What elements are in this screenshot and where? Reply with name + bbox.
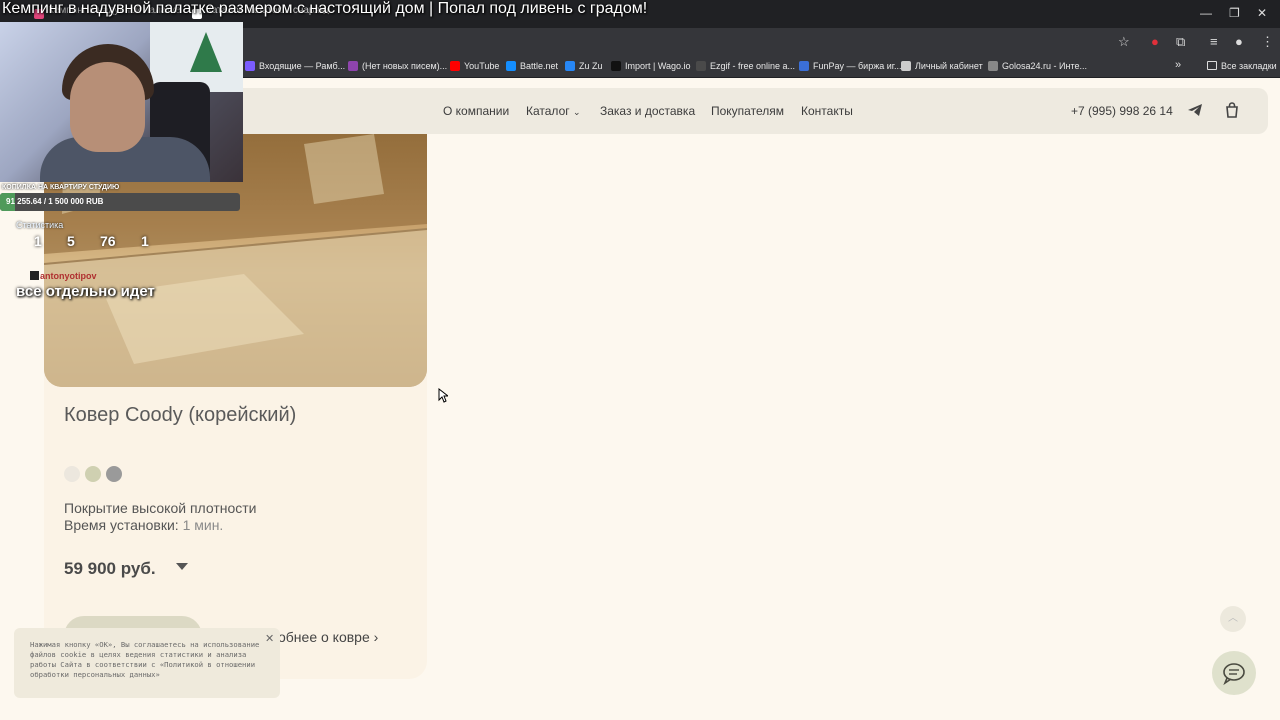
product-spec-coating: Покрытие высокой плотности [64, 500, 257, 516]
extensions-puzzle-icon[interactable]: ⧉ [1176, 34, 1185, 50]
nav-contacts[interactable]: Контакты [801, 104, 853, 118]
bookmark-item[interactable]: Golosa24.ru - Инте... [988, 61, 1087, 71]
scroll-to-top-button[interactable]: ︿ [1220, 606, 1246, 632]
bookmark-item[interactable]: FunPay — биржа иг... [799, 61, 901, 71]
folder-icon [1207, 61, 1217, 70]
bookmark-label: Battle.net [520, 61, 559, 71]
chat-bubble-icon [1223, 663, 1245, 686]
stat-donations: 1 [141, 233, 149, 249]
cookie-text: Нажимая кнопку «ОК», Вы соглашаетесь на … [30, 640, 260, 679]
mouse-cursor-icon [438, 388, 448, 403]
minimize-icon[interactable]: — [1200, 6, 1212, 20]
bookmark-label: YouTube [464, 61, 500, 71]
bookmark-item[interactable]: Zu Zu [565, 61, 603, 71]
webcam-overlay [0, 22, 243, 182]
product-title[interactable]: Ковер Coody (корейский) [64, 404, 404, 426]
bookmark-label: Личный кабинет [915, 61, 983, 71]
menu-icon[interactable]: ⋮ [1261, 34, 1274, 50]
color-swatch[interactable] [85, 466, 101, 482]
nav-about[interactable]: О компании [443, 104, 509, 118]
stat-followers: 5 [67, 233, 75, 249]
chat-username: antonyotipov [30, 271, 97, 281]
ezgif-icon [696, 61, 706, 71]
color-swatch[interactable] [106, 466, 122, 482]
christmas-tree-icon [190, 32, 222, 72]
product-price: 59 900 руб. [64, 559, 156, 578]
bookmark-label: Ezgif - free online a... [710, 61, 796, 71]
maximize-icon[interactable]: ❐ [1229, 6, 1240, 20]
chat-button[interactable] [1212, 651, 1256, 695]
stat-viewers: 1 [34, 233, 42, 249]
bookmark-label: Golosa24.ru - Инте... [1002, 61, 1087, 71]
donation-value: 91 255.64 / 1 500 000 RUB [6, 197, 104, 206]
user-badge-icon [30, 271, 39, 280]
price-dropdown-icon[interactable] [176, 563, 188, 570]
bookmark-item[interactable]: Import | Wago.io [611, 61, 691, 71]
all-bookmarks-button[interactable]: Все закладки [1207, 61, 1277, 71]
more-details-label: обнее о ковре [278, 629, 370, 645]
donation-progress-bar: 91 255.64 / 1 500 000 RUB [0, 193, 240, 211]
bookmark-item[interactable]: Ezgif - free online a... [696, 61, 795, 71]
bookmark-favicon-icon [901, 61, 911, 71]
stream-title: Кемпинг в надувной палатке размером с на… [2, 0, 648, 17]
funpay-icon [799, 61, 809, 71]
bookmark-item[interactable]: Входящие — Рамб... [245, 61, 345, 71]
bookmark-favicon-icon [348, 61, 358, 71]
stats-label: Статистика [16, 220, 64, 230]
cookie-notice: Нажимая кнопку «ОК», Вы соглашаетесь на … [14, 628, 280, 698]
bookmark-label: Входящие — Рамб... [259, 61, 346, 71]
nav-catalog[interactable]: Каталог ⌄ [526, 104, 581, 118]
stat-subscribers: 76 [100, 233, 116, 249]
wago-icon [611, 61, 621, 71]
chevron-up-icon: ︿ [1228, 613, 1238, 624]
youtube-icon [450, 61, 460, 71]
chat-message: все отдельно идет [16, 283, 155, 300]
bookmarks-overflow-icon[interactable]: » [1175, 59, 1181, 71]
bookmark-favicon-icon [988, 61, 998, 71]
telegram-icon[interactable] [1185, 100, 1205, 120]
nav-order-delivery[interactable]: Заказ и доставка [600, 104, 695, 118]
chevron-right-icon: › [373, 629, 379, 645]
product-spec-setup-time: Время установки: 1 мин. [64, 517, 223, 533]
extension-icon[interactable]: ● [1151, 34, 1159, 49]
nav-customers[interactable]: Покупателям [711, 104, 784, 118]
bookmark-item[interactable]: Battle.net [506, 61, 558, 71]
cart-icon[interactable] [1222, 100, 1242, 120]
color-swatch[interactable] [64, 466, 80, 482]
vk-icon [565, 61, 575, 71]
bookmark-item[interactable]: (Нет новых писем)... [348, 61, 447, 71]
more-details-link[interactable]: обнее о ковре › [278, 629, 378, 645]
bookmark-label: Zu Zu [579, 61, 603, 71]
bookmark-item[interactable]: Личный кабинет [901, 61, 983, 71]
bookmark-label: Import | Wago.io [625, 61, 691, 71]
spec-label: Время установки: [64, 517, 179, 533]
battlenet-icon [506, 61, 516, 71]
bookmark-item[interactable]: YouTube [450, 61, 499, 71]
spec-value: 1 мин. [182, 517, 224, 533]
bookmark-label: FunPay — биржа иг... [813, 61, 902, 71]
webcam-person-face [70, 62, 145, 152]
donation-goal-label: КОПИЛКА НА КВАРТИРУ СТУДИЮ [2, 184, 120, 191]
bookmark-label: (Нет новых писем)... [362, 61, 448, 71]
close-window-icon[interactable]: ✕ [1257, 6, 1267, 20]
bookmark-star-icon[interactable]: ☆ [1118, 34, 1130, 50]
chat-username-label: antonyotipov [40, 271, 97, 281]
chevron-down-icon: ⌄ [572, 107, 581, 117]
cookie-close-icon[interactable]: ✕ [265, 632, 274, 645]
nav-catalog-label: Каталог [526, 104, 570, 118]
all-bookmarks-label: Все закладки [1221, 61, 1277, 71]
bookmark-favicon-icon [245, 61, 255, 71]
profile-icon[interactable]: ● [1235, 34, 1243, 49]
phone-link[interactable]: +7 (995) 998 26 14 [1071, 104, 1173, 118]
media-control-icon[interactable]: ≡ [1210, 34, 1218, 49]
